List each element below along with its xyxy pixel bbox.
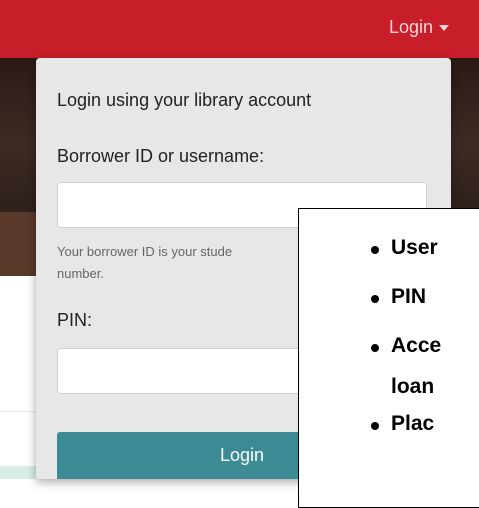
pin-label: PIN: <box>57 310 93 330</box>
login-dropdown-title: Login using your library account <box>57 90 312 110</box>
login-dropdown-toggle[interactable]: Login <box>389 17 449 38</box>
bullet-icon <box>371 295 379 303</box>
callout-item: Acce <box>391 334 442 357</box>
callout-item: loan <box>391 375 435 398</box>
caret-down-icon <box>439 24 449 31</box>
callout-item: User <box>391 236 438 259</box>
bullet-icon <box>371 344 379 352</box>
login-toggle-label: Login <box>388 17 433 37</box>
bullet-icon <box>371 246 379 254</box>
top-navbar: Login <box>0 0 479 58</box>
feature-callout-box: User PIN Acce loan Plac <box>298 208 479 508</box>
callout-item: Plac <box>391 412 435 435</box>
callout-item: PIN <box>391 285 427 308</box>
content-strip <box>0 466 36 479</box>
borrower-id-label: Borrower ID or username: <box>57 146 265 166</box>
divider <box>0 411 36 412</box>
bullet-icon <box>371 422 379 430</box>
